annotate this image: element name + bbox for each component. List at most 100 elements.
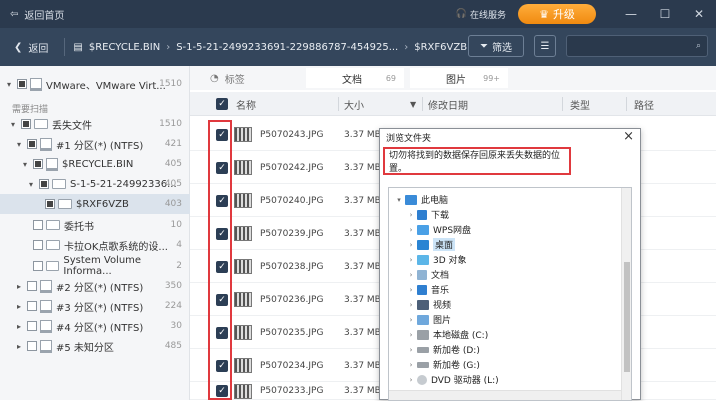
tree-item-partition-4[interactable]: ▸ #4 分区(*) (NTFS) 30 (0, 316, 190, 336)
tree-root-device[interactable]: ▾ VMware、VMware Virt... 1510 (0, 74, 190, 94)
caret-right-icon: › (409, 285, 413, 294)
title-bar: ⇦ 返回首页 🎧 在线服务 ♛ 升级 — ☐ ✕ (0, 0, 716, 28)
document-icon (417, 269, 427, 280)
maximize-button[interactable]: ☐ (648, 0, 682, 28)
tab-documents[interactable]: 文档 69 (306, 68, 404, 88)
checkbox[interactable] (33, 240, 43, 250)
breadcrumb-item[interactable]: $RECYCLE.BIN (89, 42, 160, 53)
file-size: 3.37 MB (344, 162, 381, 173)
checkbox[interactable] (32, 261, 43, 271)
tab-count: 69 (385, 73, 396, 83)
file-size: 3.37 MB (344, 386, 381, 396)
checkbox[interactable] (27, 321, 37, 331)
folder-item-documents[interactable]: › 文档 (405, 267, 449, 282)
folder-item-wps-cloud[interactable]: › WPS网盘 (405, 222, 471, 237)
folder-item-dvd-l[interactable]: › DVD 驱动器 (L:) (405, 372, 499, 387)
column-size[interactable]: 大小 (344, 92, 364, 116)
column-modified[interactable]: 修改日期 (428, 92, 468, 116)
caret-right-icon: › (409, 255, 413, 264)
folder-item-music[interactable]: › 音乐 (405, 282, 449, 297)
tree-item-lost-files[interactable]: ▾ 丢失文件 1510 (0, 114, 190, 134)
hamburger-icon: ☰ (540, 40, 550, 52)
checkbox[interactable] (27, 281, 37, 291)
column-path[interactable]: 路径 (634, 92, 654, 116)
dialog-close-icon[interactable]: × (623, 129, 634, 144)
close-button[interactable]: ✕ (682, 0, 716, 28)
breadcrumb-item[interactable]: S-1-5-21-2499233691-229886787-454925... (176, 42, 398, 53)
folder-item-drive-g[interactable]: › 新加卷 (G:) (405, 357, 480, 372)
tree-item-power-of-attorney[interactable]: 委托书 10 (0, 215, 190, 235)
tree-item-partition-1[interactable]: ▾ #1 分区(*) (NTFS) 421 (0, 134, 190, 154)
file-name: P5070242.JPG (260, 162, 324, 173)
recycle-bin-icon (46, 157, 58, 171)
image-thumbnail (234, 217, 252, 250)
tree-item-system-volume[interactable]: System Volume Informa... 2 (0, 255, 190, 277)
tab-pictures[interactable]: 图片 99+ (410, 68, 508, 88)
column-name[interactable]: 名称 (236, 92, 256, 116)
folder-item-downloads[interactable]: › 下载 (405, 207, 449, 222)
checkbox[interactable] (27, 341, 37, 351)
folder-item-drive-c[interactable]: › 本地磁盘 (C:) (405, 327, 488, 342)
checkbox[interactable] (17, 79, 27, 89)
tree-item-recycle-bin[interactable]: ▾ $RECYCLE.BIN 405 (0, 154, 190, 174)
folder-item-drive-d[interactable]: › 新加卷 (D:) (405, 342, 480, 357)
disk-icon (40, 299, 52, 313)
hard-drive-icon (417, 346, 429, 353)
vertical-scrollbar[interactable] (621, 188, 631, 400)
list-menu-button[interactable]: ☰ (534, 35, 556, 57)
upgrade-button[interactable]: ♛ 升级 (518, 4, 596, 24)
caret-right-icon: › (409, 330, 413, 339)
checkbox[interactable] (21, 119, 31, 129)
column-type[interactable]: 类型 (570, 92, 590, 116)
select-all-checkbox[interactable]: ✓ (216, 92, 228, 116)
tree-item-rxf6vzb[interactable]: $RXF6VZB 403 (0, 194, 190, 214)
funnel-icon: ⏷ (480, 40, 488, 52)
tree-item-partition-2[interactable]: ▸ #2 分区(*) (NTFS) 350 (0, 276, 190, 296)
folder-item-videos[interactable]: › 视频 (405, 297, 451, 312)
tree-count: 30 (170, 321, 182, 331)
checkbox[interactable] (45, 199, 55, 209)
breadcrumb-item[interactable]: $RXF6VZB (414, 42, 467, 53)
drive-icon: ▤ (73, 41, 83, 53)
browse-folder-dialog: 浏览文件夹 × 切勿将找到的数据保存回原来丢失数据的位置。 ▾ 此电脑 › 下载… (379, 128, 641, 401)
checkbox[interactable] (33, 220, 43, 230)
chevron-right-icon: › (404, 41, 409, 53)
cube-icon (417, 254, 429, 265)
online-service-button[interactable]: 🎧 在线服务 (456, 8, 506, 21)
checkbox[interactable] (39, 179, 49, 189)
minimize-button[interactable]: — (614, 0, 648, 28)
tree-item-partition-3[interactable]: ▸ #3 分区(*) (NTFS) 224 (0, 296, 190, 316)
caret-right-icon: › (409, 315, 413, 324)
cloud-icon (417, 224, 429, 235)
filter-button[interactable]: ⏷ 筛选 (468, 35, 524, 57)
tree-item-sid-folder[interactable]: ▾ S-1-5-21-24992336... 405 (0, 174, 190, 194)
checkbox[interactable] (33, 159, 43, 169)
image-thumbnail (234, 250, 252, 283)
back-button[interactable]: ❮ 返回 (14, 40, 48, 55)
tree-item-karaoke[interactable]: 卡拉OK点歌系统的设... 4 (0, 235, 190, 255)
search-input[interactable]: ⌕ (566, 35, 708, 57)
folder-item-pictures[interactable]: › 图片 (405, 312, 451, 327)
horizontal-scrollbar[interactable] (389, 390, 621, 400)
back-home-button[interactable]: ⇦ 返回首页 (10, 7, 64, 22)
folder-item-desktop[interactable]: › 桌面 (405, 237, 456, 252)
file-name: P5070235.JPG (260, 327, 324, 338)
image-thumbnail (234, 283, 252, 316)
image-thumbnail (234, 316, 252, 349)
folder-item-this-pc[interactable]: ▾ 此电脑 (393, 192, 448, 207)
tree-count: 350 (164, 281, 182, 291)
folder-item-3d-objects[interactable]: › 3D 对象 (405, 252, 467, 267)
warning-message: 切勿将找到的数据保存回原来丢失数据的位置。 (383, 147, 571, 175)
checkbox[interactable] (27, 139, 37, 149)
checkbox[interactable] (27, 301, 37, 311)
tree-count: 2 (176, 261, 182, 271)
tree-item-partition-5[interactable]: ▸ #5 未知分区 485 (0, 336, 190, 356)
scrollbar-thumb[interactable] (624, 262, 630, 372)
tree-label: #5 未知分区 (56, 342, 114, 354)
tag-label: 标签 (224, 74, 245, 86)
image-thumbnail (234, 382, 252, 400)
caret-down-icon: ▾ (28, 179, 33, 189)
download-icon (417, 209, 427, 220)
sort-desc-icon[interactable]: ▼ (410, 92, 416, 116)
hard-drive-icon (417, 361, 429, 368)
